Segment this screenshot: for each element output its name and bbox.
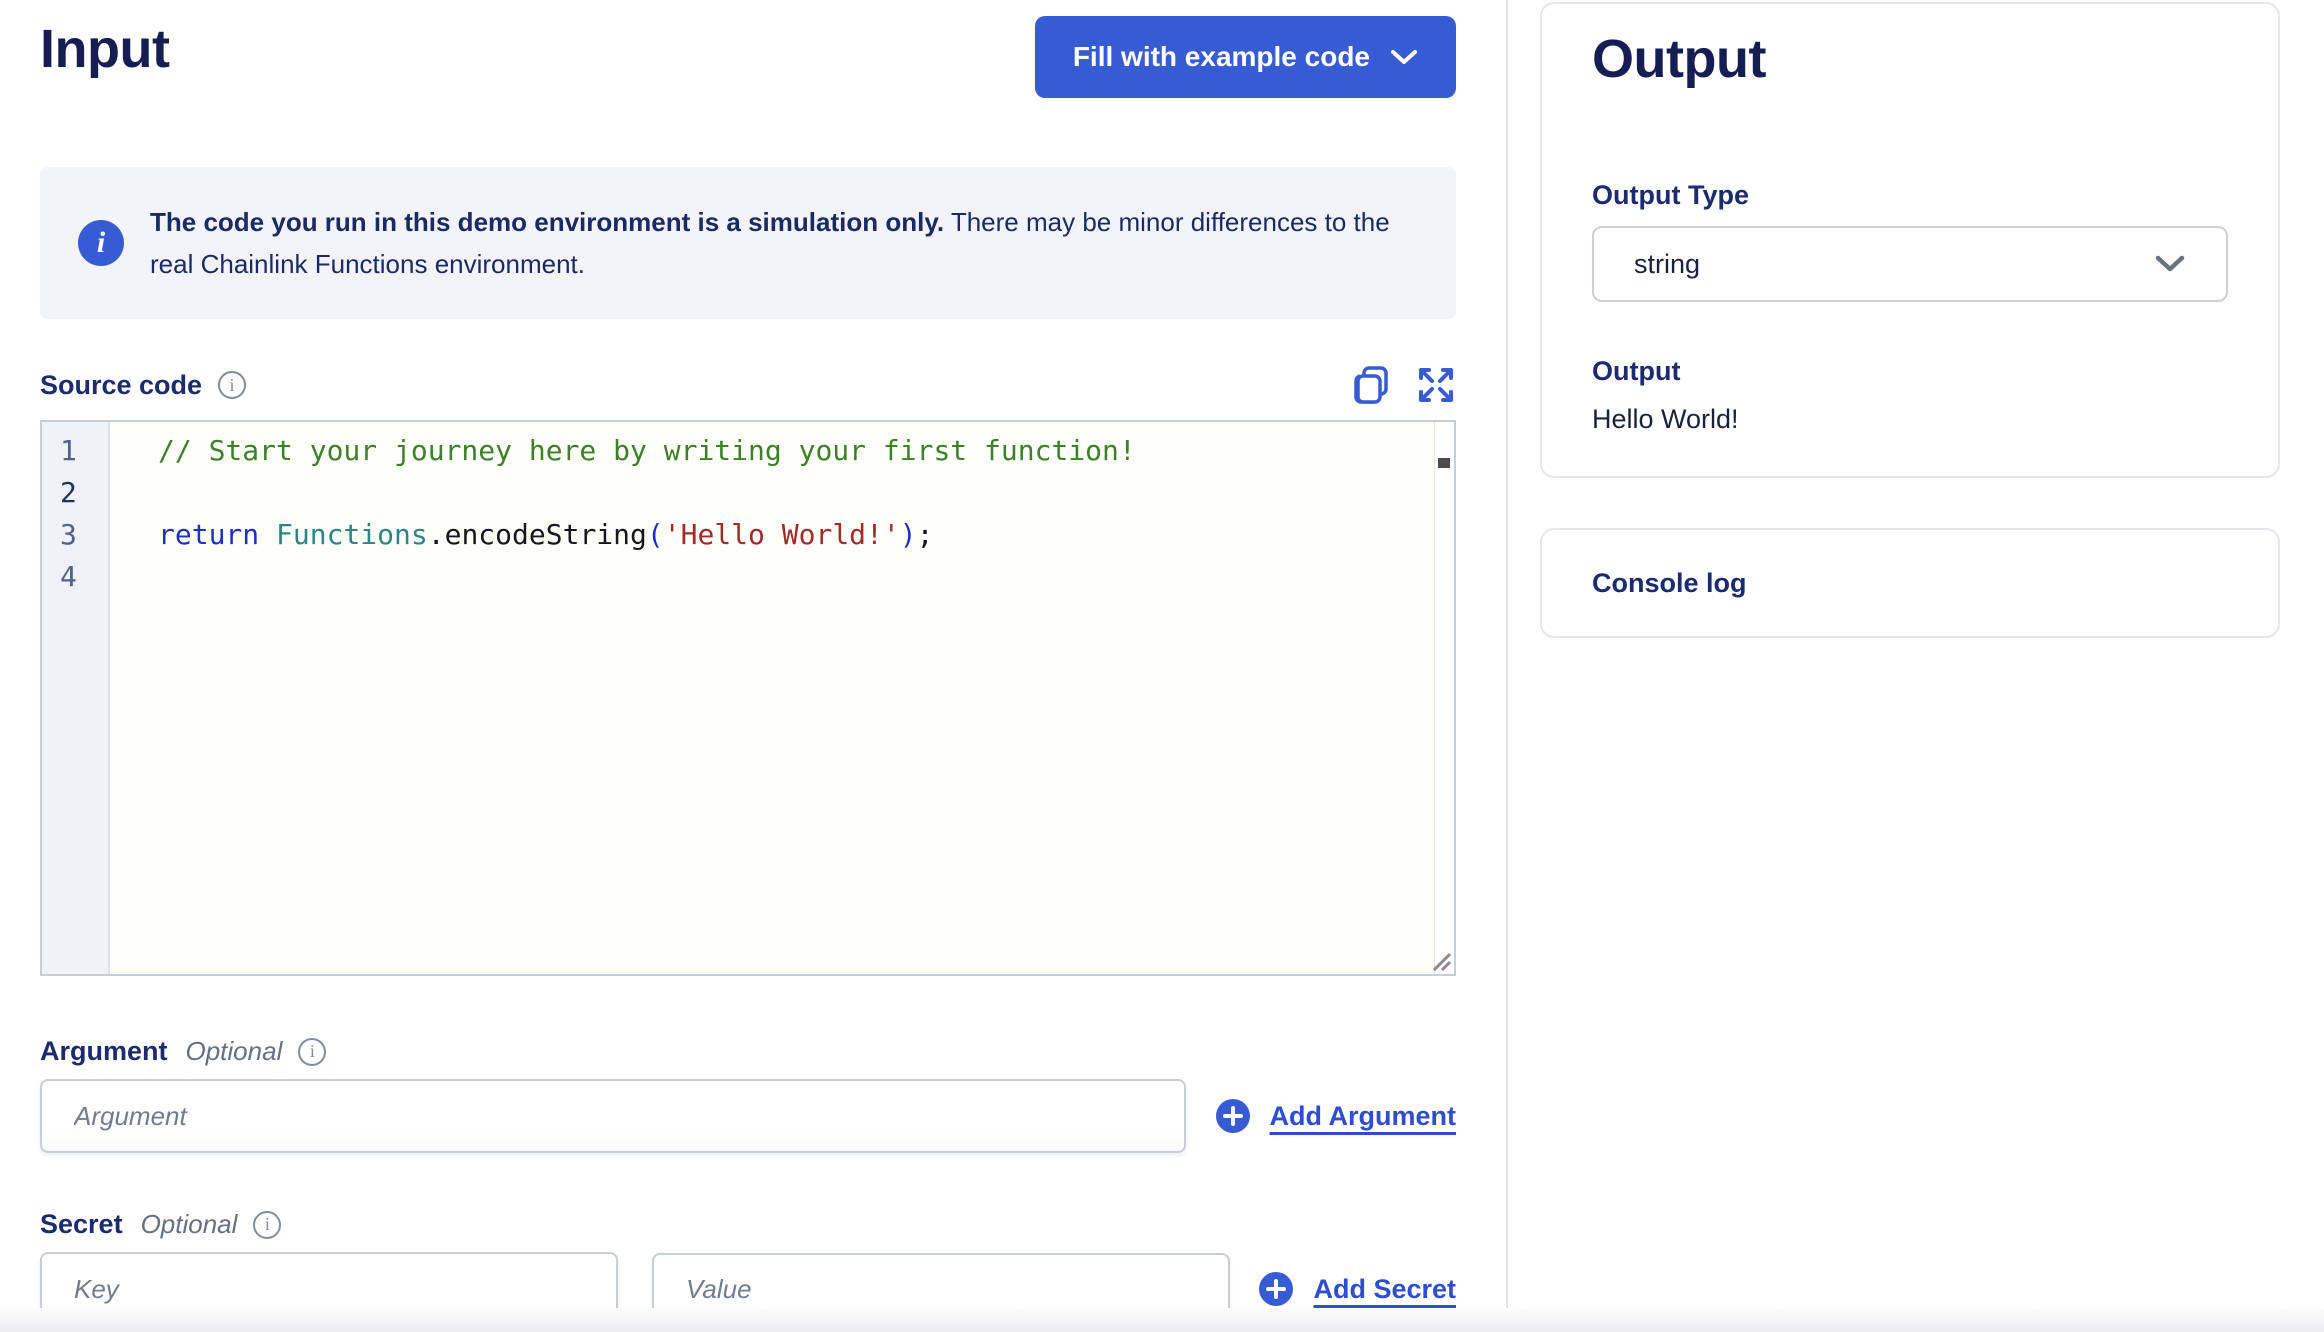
expand-icon (1416, 368, 1456, 408)
argument-info-icon[interactable]: i (298, 1037, 327, 1066)
argument-input[interactable] (40, 1079, 1186, 1153)
output-card: Output Output Type string Output Hello W… (1540, 2, 2280, 478)
line-number: 3 (60, 518, 77, 551)
argument-optional-label: Optional (185, 1036, 283, 1066)
input-panel: Input Fill with example code i The code … (40, 0, 1456, 1326)
input-title: Input (40, 19, 170, 79)
add-secret-label: Add Secret (1313, 1273, 1456, 1304)
line-number: 2 (60, 476, 77, 509)
argument-label: Argument (40, 1036, 168, 1066)
output-type-value: string (1634, 248, 1701, 279)
functions-playground-page: Input Fill with example code i The code … (0, 0, 2324, 1332)
source-code-editor[interactable]: 1 2 3 4 // Start your journey here by writi… (40, 420, 1456, 976)
resize-handle-icon (1428, 952, 1452, 974)
banner-text: The code you run in this demo environmen… (150, 201, 1418, 285)
secret-optional-label: Optional (140, 1209, 238, 1239)
output-type-label: Output Type (1592, 180, 1749, 210)
secret-label-row: Secret Optional i (40, 1209, 1456, 1240)
editor-scrollbar-track[interactable] (1434, 422, 1454, 974)
output-title: Output (1592, 29, 1766, 89)
input-header: Input Fill with example code (40, 16, 1456, 98)
argument-field-row: Add Argument (40, 1079, 1456, 1153)
editor-code-area[interactable]: // Start your journey here by writing yo… (112, 422, 1432, 974)
secret-label: Secret (40, 1209, 123, 1239)
source-code-header: Source code i (40, 364, 1456, 406)
editor-scrollbar-thumb[interactable] (1438, 458, 1450, 468)
argument-label-row: Argument Optional i (40, 1036, 1456, 1067)
info-icon: i (78, 220, 124, 266)
add-argument-label: Add Argument (1269, 1100, 1456, 1131)
secret-info-icon[interactable]: i (253, 1210, 282, 1239)
simulation-info-banner: i The code you run in this demo environm… (40, 167, 1456, 319)
source-code-label: Source code (40, 369, 203, 400)
chevron-down-icon (2154, 254, 2186, 274)
fill-button-label: Fill with example code (1072, 41, 1370, 72)
source-code-info-icon[interactable]: i (218, 371, 247, 399)
output-value: Hello World! (1592, 404, 1739, 434)
output-value-label: Output (1592, 356, 1681, 386)
console-log-card: Console log (1540, 528, 2280, 638)
code-line: // Start your journey here by writing yo… (158, 434, 1136, 467)
code-line: return Functions.encodeString('Hello Wor… (158, 518, 934, 551)
add-secret-button[interactable]: Add Secret (1259, 1272, 1456, 1306)
plus-icon (1259, 1272, 1294, 1306)
expand-editor-button[interactable] (1416, 365, 1456, 405)
add-argument-button[interactable]: Add Argument (1215, 1099, 1456, 1133)
chevron-down-icon (1390, 41, 1418, 73)
fill-with-example-code-button[interactable]: Fill with example code (1034, 16, 1456, 98)
editor-resize-handle[interactable] (1428, 948, 1452, 972)
console-log-label: Console log (1592, 567, 1747, 598)
output-type-select[interactable]: string (1592, 226, 2228, 302)
page-bottom-fade (0, 1308, 2324, 1332)
column-divider (1506, 0, 1508, 1332)
editor-line-numbers: 1 2 3 4 (42, 422, 110, 974)
banner-bold-text: The code you run in this demo environmen… (150, 207, 945, 237)
source-code-actions (1352, 364, 1456, 406)
plus-icon (1215, 1099, 1250, 1133)
line-number: 1 (60, 434, 77, 467)
output-panel: Output Output Type string Output Hello W… (1540, 2, 2280, 638)
copy-code-button[interactable] (1352, 364, 1392, 406)
line-number: 4 (60, 560, 77, 593)
copy-icon (1352, 366, 1392, 409)
